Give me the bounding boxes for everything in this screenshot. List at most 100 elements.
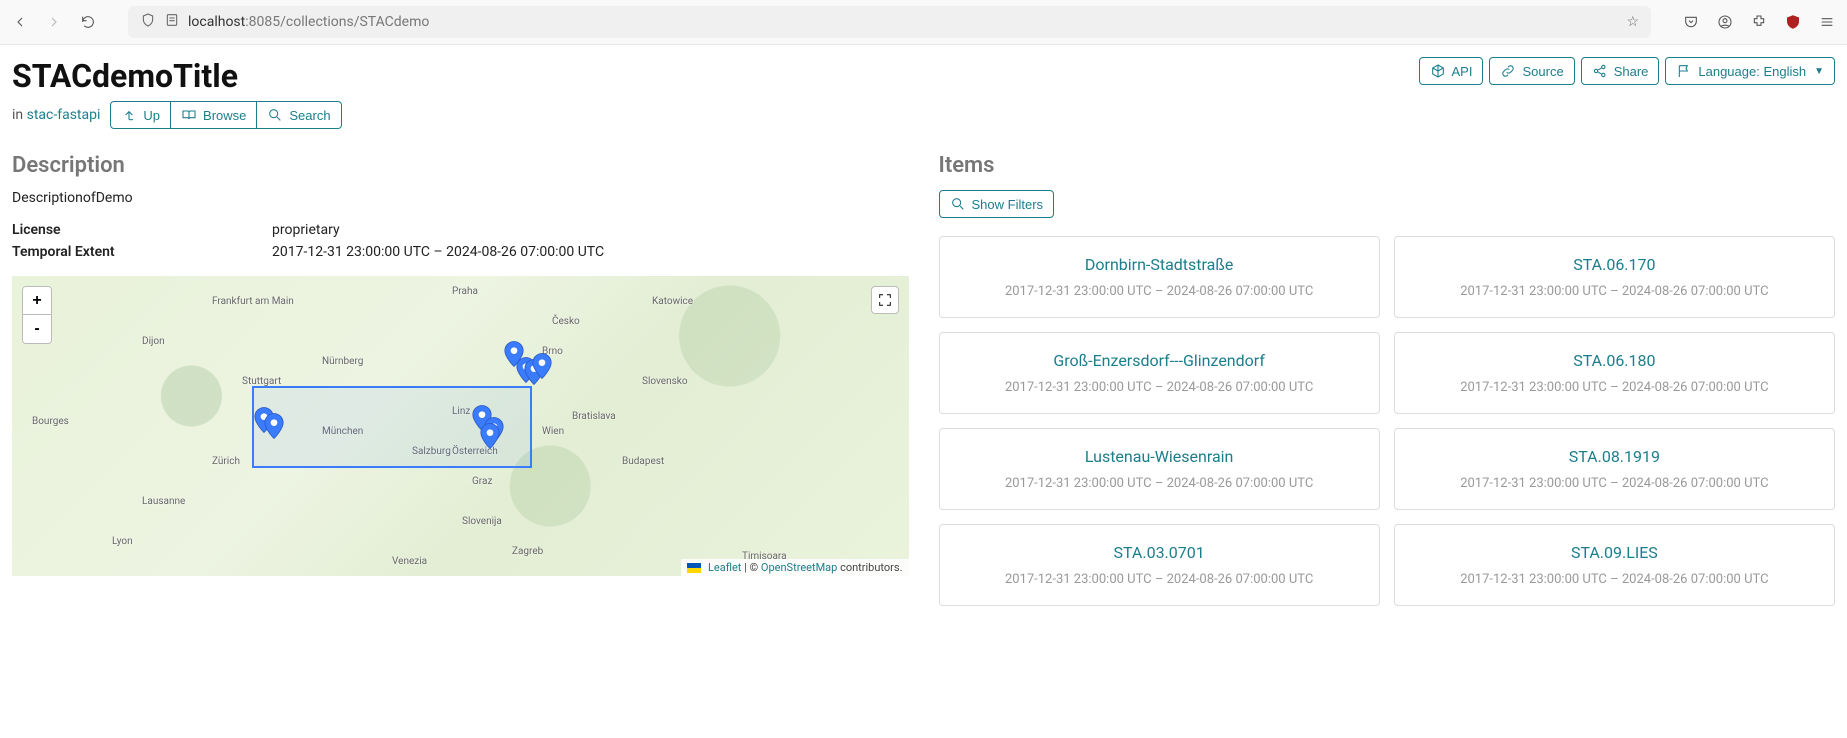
share-button[interactable]: Share [1581, 57, 1660, 85]
up-button[interactable]: Up [110, 101, 171, 129]
item-dates: 2017-12-31 23:00:00 UTC – 2024-08-26 07:… [1407, 572, 1822, 587]
source-label: Source [1522, 64, 1563, 79]
attr-tail: contributors. [837, 561, 902, 574]
show-filters-label: Show Filters [972, 197, 1044, 212]
item-dates: 2017-12-31 23:00:00 UTC – 2024-08-26 07:… [952, 380, 1367, 395]
map-city-label: Česko [552, 316, 580, 327]
leaflet-link[interactable]: Leaflet [708, 561, 741, 574]
language-label: Language: English [1698, 64, 1806, 79]
share-label: Share [1614, 64, 1649, 79]
item-dates: 2017-12-31 23:00:00 UTC – 2024-08-26 07:… [952, 572, 1367, 587]
osm-link[interactable]: OpenStreetMap [761, 561, 837, 574]
item-card[interactable]: Lustenau-Wiesenrain 2017-12-31 23:00:00 U… [939, 428, 1380, 510]
page-title: STACdemoTitle [12, 57, 342, 95]
api-label: API [1452, 64, 1473, 79]
map-city-label: Bourges [32, 416, 69, 427]
parent-prefix: in [12, 107, 27, 123]
fullscreen-button[interactable] [871, 286, 899, 314]
item-card[interactable]: STA.09.LIES 2017-12-31 23:00:00 UTC – 202… [1394, 524, 1835, 606]
map[interactable]: BourgesDijonLyonLausanneZürichMünchenPra… [12, 276, 909, 576]
map-city-label: Nürnberg [322, 356, 363, 367]
item-title: Lustenau-Wiesenrain [952, 447, 1367, 466]
map-city-label: Frankfurt am Main [212, 296, 294, 307]
bookmark-star-icon[interactable]: ☆ [1626, 14, 1639, 30]
item-dates: 2017-12-31 23:00:00 UTC – 2024-08-26 07:… [1407, 476, 1822, 491]
item-title: STA.03.0701 [952, 543, 1367, 562]
map-city-label: Dijon [142, 336, 165, 347]
search-label: Search [289, 108, 330, 123]
language-button[interactable]: Language: English ▼ [1665, 57, 1835, 85]
item-title: STA.08.1919 [1407, 447, 1822, 466]
up-icon [121, 107, 137, 123]
item-card[interactable]: Groß-Enzersdorf---Glinzendorf2017-12-31 … [939, 332, 1380, 414]
map-city-label: Praha [452, 286, 478, 297]
search-icon [267, 107, 283, 123]
map-attribution: Leaflet | © OpenStreetMap contributors. [681, 559, 908, 576]
item-title: STA.06.180 [1407, 351, 1822, 370]
map-city-label: Budapest [622, 456, 664, 467]
menu-icon[interactable] [1817, 12, 1837, 32]
zoom-out-button[interactable]: - [23, 315, 51, 343]
map-city-label: Lyon [112, 536, 133, 547]
map-city-label: Katowice [652, 296, 693, 307]
share-icon [1592, 63, 1608, 79]
page-icon [164, 12, 180, 32]
item-card[interactable]: STA.08.1919 2017-12-31 23:00:00 UTC – 202… [1394, 428, 1835, 510]
chevron-down-icon: ▼ [1814, 66, 1824, 77]
item-title: STA.06.170 [1407, 255, 1822, 274]
pocket-icon[interactable] [1681, 12, 1701, 32]
items-heading: Items [939, 153, 1836, 178]
show-filters-button[interactable]: Show Filters [939, 190, 1055, 218]
parent-link[interactable]: stac-fastapi [27, 107, 101, 123]
item-dates: 2017-12-31 23:00:00 UTC – 2024-08-26 07:… [952, 476, 1367, 491]
extensions-icon[interactable] [1749, 12, 1769, 32]
map-city-label: Slovenija [462, 516, 502, 527]
map-marker[interactable] [532, 352, 552, 380]
cube-icon [1430, 63, 1446, 79]
back-icon[interactable] [10, 12, 30, 32]
item-dates: 2017-12-31 23:00:00 UTC – 2024-08-26 07:… [1407, 380, 1822, 395]
search-button[interactable]: Search [257, 101, 341, 129]
ublock-icon[interactable] [1783, 12, 1803, 32]
ukraine-flag-icon [687, 563, 701, 573]
map-city-label: Venezia [392, 556, 427, 567]
browser-toolbar: localhost:8085/collections/STACdemo ☆ [0, 0, 1847, 45]
item-title: STA.09.LIES [1407, 543, 1822, 562]
temporal-value: 2017-12-31 23:00:00 UTC – 2024-08-26 07:… [272, 244, 909, 260]
fullscreen-icon [877, 292, 893, 308]
map-city-label: Wien [542, 426, 564, 437]
forward-icon[interactable] [44, 12, 64, 32]
zoom-in-button[interactable]: + [23, 287, 51, 315]
shield-icon [140, 12, 156, 32]
license-label: License [12, 222, 272, 238]
map-marker[interactable] [264, 412, 284, 440]
search-icon [950, 196, 966, 212]
item-dates: 2017-12-31 23:00:00 UTC – 2024-08-26 07:… [952, 284, 1367, 299]
browse-label: Browse [203, 108, 246, 123]
zoom-control: + - [22, 286, 52, 344]
url-port: :8085 [245, 14, 280, 30]
license-value: proprietary [272, 222, 909, 238]
link-icon [1500, 63, 1516, 79]
reload-icon[interactable] [78, 12, 98, 32]
map-city-label: Lausanne [142, 496, 185, 507]
api-button[interactable]: API [1419, 57, 1484, 85]
item-card[interactable]: Dornbirn-Stadtstraße2017-12-31 23:00:00 … [939, 236, 1380, 318]
url-path: /collections/STACdemo [280, 14, 429, 30]
map-city-label: Bratislava [572, 411, 616, 422]
description-heading: Description [12, 153, 909, 178]
item-dates: 2017-12-31 23:00:00 UTC – 2024-08-26 07:… [1407, 284, 1822, 299]
map-city-label: Graz [472, 476, 492, 487]
source-button[interactable]: Source [1489, 57, 1574, 85]
browse-button[interactable]: Browse [171, 101, 257, 129]
map-city-label: Slovensko [642, 376, 688, 387]
item-card[interactable]: STA.06.170 2017-12-31 23:00:00 UTC – 2024… [1394, 236, 1835, 318]
account-icon[interactable] [1715, 12, 1735, 32]
item-card[interactable]: STA.06.180 2017-12-31 23:00:00 UTC – 2024… [1394, 332, 1835, 414]
url-bar[interactable]: localhost:8085/collections/STACdemo ☆ [128, 6, 1651, 38]
flag-icon [1676, 63, 1692, 79]
book-icon [181, 107, 197, 123]
temporal-label: Temporal Extent [12, 244, 272, 260]
item-card[interactable]: STA.03.0701 2017-12-31 23:00:00 UTC – 202… [939, 524, 1380, 606]
map-marker[interactable] [480, 422, 500, 450]
